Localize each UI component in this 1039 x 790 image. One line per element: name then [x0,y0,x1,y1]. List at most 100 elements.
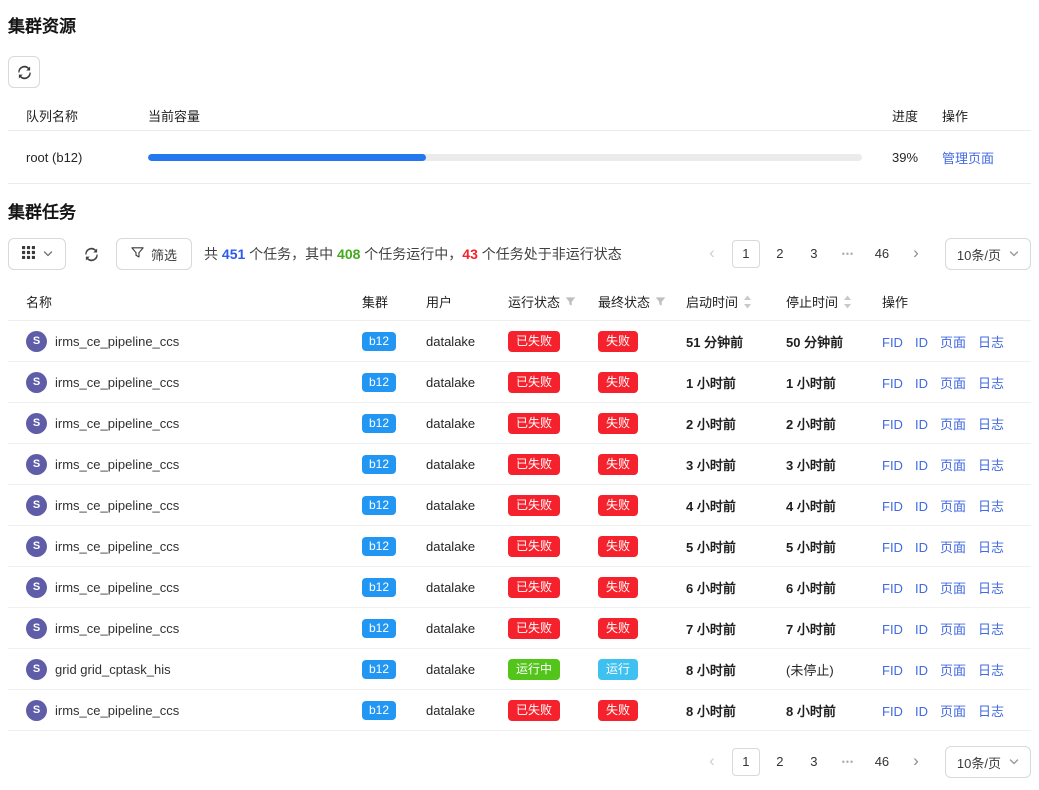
pagination-page-3[interactable]: 3 [800,748,828,776]
cluster-tag: b12 [362,660,396,679]
action-link-log[interactable]: 日志 [978,499,1004,514]
final-status-badge: 失败 [598,577,638,598]
action-link-id[interactable]: ID [915,581,928,596]
pagination-page-3[interactable]: 3 [800,240,828,268]
row-actions: FID ID 页面日志 [864,414,1031,433]
pagination-ellipsis[interactable]: ••• [834,240,862,268]
pagination-ellipsis[interactable]: ••• [834,748,862,776]
col-header-progress: 进度 [874,106,932,125]
action-link-fid[interactable]: FID [882,458,903,473]
action-link-page[interactable]: 页面 [940,622,966,637]
action-link-id[interactable]: ID [915,376,928,391]
layout-button[interactable] [8,238,66,270]
row-actions: FID ID 页面日志 [864,578,1031,597]
final-status-badge: 失败 [598,536,638,557]
capacity-progress-bar [148,154,862,161]
action-link-page[interactable]: 页面 [940,376,966,391]
avatar: S [26,495,47,516]
action-link-fid[interactable]: FID [882,581,903,596]
action-link-id[interactable]: ID [915,458,928,473]
task-summary: 共 451 个任务，其中 408 个任务运行中，43 个任务处于非运行状态 [204,244,622,264]
action-link-page[interactable]: 页面 [940,417,966,432]
stop-time: 7 小时前 [768,619,864,638]
action-link-fid[interactable]: FID [882,663,903,678]
pagination-page-1[interactable]: 1 [732,748,760,776]
col-header-run-status[interactable]: 运行状态 [490,292,580,311]
action-link-id[interactable]: ID [915,499,928,514]
action-link-log[interactable]: 日志 [978,663,1004,678]
action-link-fid[interactable]: FID [882,540,903,555]
action-link-fid[interactable]: FID [882,622,903,637]
queue-name: root (b12) [8,150,148,165]
action-link-log[interactable]: 日志 [978,581,1004,596]
action-link-page[interactable]: 页面 [940,663,966,678]
action-link-log[interactable]: 日志 [978,376,1004,391]
action-link-log[interactable]: 日志 [978,458,1004,473]
summary-count: 43 [462,246,478,262]
manage-page-link[interactable]: 管理页面 [942,151,994,166]
pagination-page-46[interactable]: 46 [868,240,896,268]
run-status-badge: 已失败 [508,700,560,721]
table-row: S grid grid_cptask_his b12 datalake 运行中 … [8,649,1031,690]
action-link-page[interactable]: 页面 [940,499,966,514]
tasks-refresh-button[interactable] [78,238,104,270]
col-header-final-status[interactable]: 最终状态 [580,292,668,311]
filter-icon[interactable] [565,296,576,307]
page-size-select[interactable]: 10条/页 [945,746,1031,778]
pagination-prev-button[interactable]: ‹ [698,748,726,776]
action-link-page[interactable]: 页面 [940,335,966,350]
row-actions: FID ID 页面日志 [864,537,1031,556]
action-link-fid[interactable]: FID [882,499,903,514]
action-link-id[interactable]: ID [915,417,928,432]
filter-button-label: 筛选 [151,245,177,264]
col-header-stop-time[interactable]: 停止时间 [768,292,864,311]
action-link-id[interactable]: ID [915,622,928,637]
action-link-page[interactable]: 页面 [940,458,966,473]
action-link-fid[interactable]: FID [882,417,903,432]
action-link-page[interactable]: 页面 [940,704,966,719]
page-size-select[interactable]: 10条/页 [945,238,1031,270]
pagination-next-button[interactable]: › [902,240,930,268]
action-link-log[interactable]: 日志 [978,417,1004,432]
action-link-id[interactable]: ID [915,663,928,678]
resources-table: 队列名称 当前容量 进度 操作 root (b12) 39% 管理页面 [8,101,1031,184]
action-link-log[interactable]: 日志 [978,540,1004,555]
cluster-tag: b12 [362,619,396,638]
row-actions: FID ID 页面日志 [864,496,1031,515]
action-link-fid[interactable]: FID [882,335,903,350]
action-link-fid[interactable]: FID [882,704,903,719]
table-row: S irms_ce_pipeline_ccs b12 datalake 已失败 … [8,362,1031,403]
action-link-id[interactable]: ID [915,704,928,719]
pagination: ‹123•••46› [695,748,933,776]
pagination-page-2[interactable]: 2 [766,748,794,776]
action-link-page[interactable]: 页面 [940,581,966,596]
col-header-cluster: 集群 [344,292,408,311]
action-link-fid[interactable]: FID [882,376,903,391]
col-header-start-time[interactable]: 启动时间 [668,292,768,311]
resources-refresh-button[interactable] [8,56,40,88]
pagination-page-46[interactable]: 46 [868,748,896,776]
pagination-page-1[interactable]: 1 [732,240,760,268]
avatar: S [26,331,47,352]
action-link-id[interactable]: ID [915,540,928,555]
run-status-badge: 已失败 [508,413,560,434]
pagination-prev-button[interactable]: ‹ [698,240,726,268]
filter-icon[interactable] [655,296,666,307]
task-user: datalake [408,457,490,472]
action-link-id[interactable]: ID [915,335,928,350]
pagination-next-button[interactable]: › [902,748,930,776]
final-status-badge: 运行 [598,659,638,680]
table-row: S irms_ce_pipeline_ccs b12 datalake 已失败 … [8,321,1031,362]
action-link-log[interactable]: 日志 [978,704,1004,719]
action-link-page[interactable]: 页面 [940,540,966,555]
stop-time: 1 小时前 [768,373,864,392]
action-link-log[interactable]: 日志 [978,335,1004,350]
action-link-log[interactable]: 日志 [978,622,1004,637]
tasks-table-body: S irms_ce_pipeline_ccs b12 datalake 已失败 … [8,321,1031,731]
final-status-badge: 失败 [598,372,638,393]
summary-count: 408 [337,246,360,262]
filter-button[interactable]: 筛选 [116,238,192,270]
page-size-value: 10条/页 [957,753,1001,772]
task-user: datalake [408,498,490,513]
pagination-page-2[interactable]: 2 [766,240,794,268]
